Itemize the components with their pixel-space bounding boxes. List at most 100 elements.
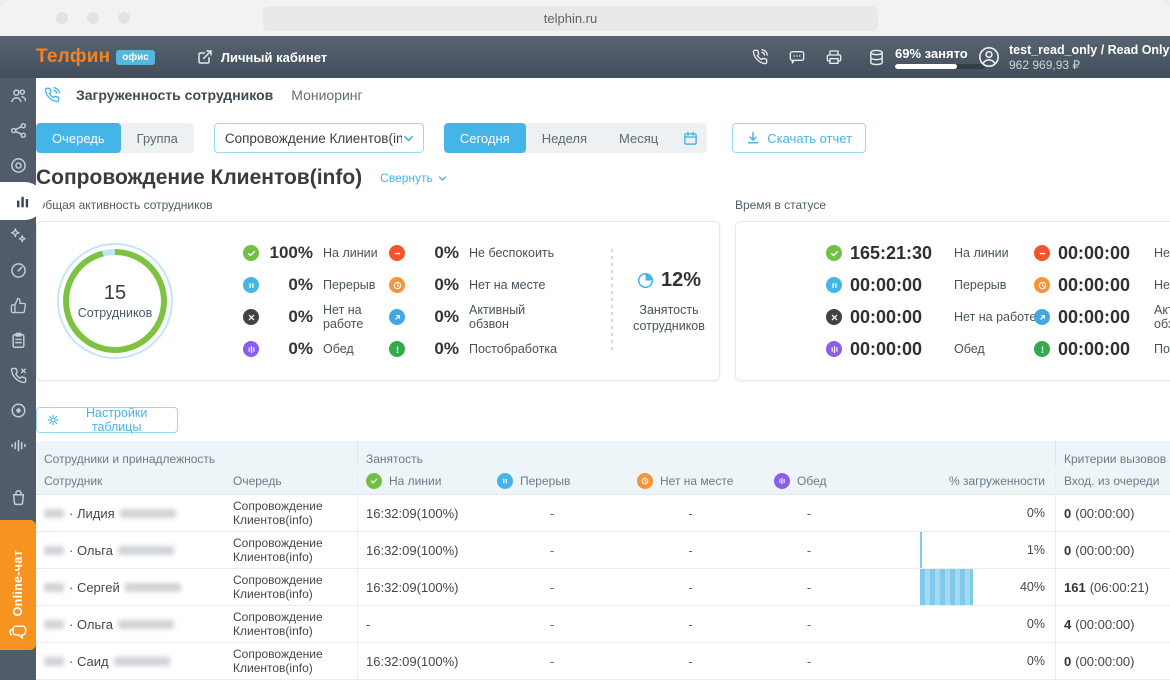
tab-employee-load[interactable]: Загруженность сотрудников — [76, 87, 273, 103]
col-queue[interactable]: Очередь — [233, 474, 357, 488]
table-row[interactable]: · Ольга Сопровождение Клиентов(info) - -… — [36, 606, 1170, 643]
main-content: Загруженность сотрудников Мониоринг Очер… — [36, 78, 1170, 680]
busy-label: Занятость сотрудников — [628, 302, 710, 334]
address-bar[interactable]: telphin.ru — [263, 6, 878, 31]
users-icon — [10, 87, 27, 104]
sidebar-item-reports[interactable] — [0, 323, 36, 358]
toggle-group[interactable]: Группа — [121, 123, 194, 153]
stat-offwork: 0%Нет на работе — [243, 301, 381, 333]
printer-icon[interactable] — [826, 49, 842, 65]
sidebar-item-shop[interactable] — [0, 480, 36, 515]
cell-load: 0% — [874, 606, 1055, 642]
sidebar-item-routing[interactable] — [0, 113, 36, 148]
cabinet-link[interactable]: Личный кабинет — [197, 49, 327, 65]
table-group-header: Сотрудники и принадлежность Занятость Кр… — [36, 441, 1170, 468]
table-row[interactable]: · Сергей Сопровождение Клиентов(info) 16… — [36, 569, 1170, 606]
sidebar-item-records[interactable] — [0, 393, 36, 428]
thumbs-up-icon — [10, 297, 27, 314]
table-row[interactable]: · Саид Сопровождение Клиентов(info) 16:3… — [36, 643, 1170, 680]
col-lunch[interactable]: Обед — [774, 473, 874, 489]
col-online[interactable]: На линии — [357, 473, 497, 489]
redacted-surname — [125, 583, 181, 592]
record-icon — [10, 402, 27, 419]
sidebar-item-missed-calls[interactable] — [0, 358, 36, 393]
tab-monitoring[interactable]: Мониоринг — [291, 87, 362, 103]
sidebar-item-skills[interactable] — [0, 218, 36, 253]
cell-lunch: - — [774, 495, 874, 531]
redacted-id — [44, 509, 64, 518]
redacted-surname — [118, 620, 174, 629]
capacity-widget[interactable]: 69% занято — [868, 46, 985, 69]
download-icon — [746, 131, 760, 145]
cell-away: - — [637, 569, 774, 605]
exclaim-circle-icon — [1034, 341, 1050, 357]
cell-incoming: 0(00:00:00) — [1055, 532, 1170, 568]
time-offwork: 00:00:00Нет на работе — [826, 301, 1024, 333]
window-controls[interactable] — [56, 12, 130, 24]
cell-queue: Сопровождение Клиентов(info) — [233, 643, 357, 679]
time-outbound: 00:00:00Активный обзвон — [1034, 301, 1170, 333]
sidebar-item-statistics[interactable] — [0, 182, 44, 220]
time-postprocessing: 00:00:00Постобработка — [1034, 333, 1170, 365]
col-employee[interactable]: Сотрудник — [36, 474, 233, 488]
share-network-icon — [10, 122, 27, 139]
cell-employee[interactable]: · Ольга — [36, 532, 233, 568]
period-toggle: Сегодня Неделя Месяц — [444, 123, 707, 153]
cell-lunch: - — [774, 643, 874, 679]
sidebar-item-quality[interactable] — [0, 288, 36, 323]
cell-queue: Сопровождение Клиентов(info) — [233, 606, 357, 642]
chat-icon[interactable] — [789, 49, 805, 65]
table-settings-button[interactable]: Настройки таблицы — [36, 407, 178, 433]
queue-select[interactable]: Сопровождение Клиентов(in... — [214, 123, 424, 153]
minus-circle-icon — [1034, 245, 1050, 261]
stat-dnd: 0%Не беспокоить — [389, 237, 585, 269]
redacted-id — [44, 546, 64, 555]
col-load[interactable]: % загруженности — [874, 474, 1055, 488]
redacted-id — [44, 657, 64, 666]
cell-employee[interactable]: · Лидия — [36, 495, 233, 531]
window-control-minimize[interactable] — [87, 12, 99, 24]
sidebar-item-employees[interactable] — [0, 78, 36, 113]
redacted-id — [44, 620, 64, 629]
time-break: 00:00:00Перерыв — [826, 269, 1024, 301]
waveform-icon — [10, 437, 27, 454]
filter-row: Очередь Группа Сопровождение Клиентов(in… — [36, 123, 1170, 153]
col-break[interactable]: Перерыв — [497, 473, 637, 489]
cell-load: 0% — [874, 495, 1055, 531]
toggle-today[interactable]: Сегодня — [444, 123, 526, 153]
window-control-maximize[interactable] — [118, 12, 130, 24]
queue-select-value: Сопровождение Клиентов(in... — [225, 131, 402, 146]
window-control-close[interactable] — [56, 12, 68, 24]
cell-employee[interactable]: · Саид — [36, 643, 233, 679]
download-report-button[interactable]: Скачать отчет — [732, 123, 866, 153]
table-row[interactable]: · Ольга Сопровождение Клиентов(info) 16:… — [36, 532, 1170, 569]
cell-away: - — [637, 643, 774, 679]
account-widget[interactable]: test_read_only / Read Only 962 969,93 ₽ — [978, 43, 1169, 72]
cell-employee[interactable]: · Ольга — [36, 606, 233, 642]
busy-widget: 12% Занятость сотрудников — [628, 269, 710, 334]
cell-employee[interactable]: · Сергей — [36, 569, 233, 605]
chevron-down-icon — [402, 132, 415, 145]
toggle-month[interactable]: Месяц — [603, 123, 674, 153]
online-chat-tab[interactable]: Online-чат — [0, 520, 36, 650]
brand-logo[interactable]: Телфин — [36, 46, 110, 68]
chat-bubbles-icon — [9, 623, 28, 642]
check-circle-icon — [826, 245, 842, 261]
sidebar-item-voice[interactable] — [0, 428, 36, 463]
toggle-week[interactable]: Неделя — [526, 123, 603, 153]
collapse-link[interactable]: Свернуть — [380, 171, 448, 185]
external-link-icon — [197, 49, 213, 65]
phone-call-icon[interactable] — [752, 49, 768, 65]
cell-break: - — [497, 643, 637, 679]
col-away[interactable]: Нет на месте — [637, 473, 774, 489]
stat-outbound: 0%Активный обзвон — [389, 301, 585, 333]
sidebar-item-targets[interactable] — [0, 148, 36, 183]
toggle-queue[interactable]: Очередь — [36, 123, 121, 153]
capacity-progress — [895, 64, 985, 69]
minus-circle-icon — [389, 245, 405, 261]
table-row[interactable]: · Лидия Сопровождение Клиентов(info) 16:… — [36, 495, 1170, 532]
arrow-up-right-circle-icon — [1034, 309, 1050, 325]
calendar-button[interactable] — [674, 123, 707, 153]
sidebar-item-dialer[interactable] — [0, 253, 36, 288]
col-incoming[interactable]: Вход. из очереди — [1055, 474, 1170, 488]
